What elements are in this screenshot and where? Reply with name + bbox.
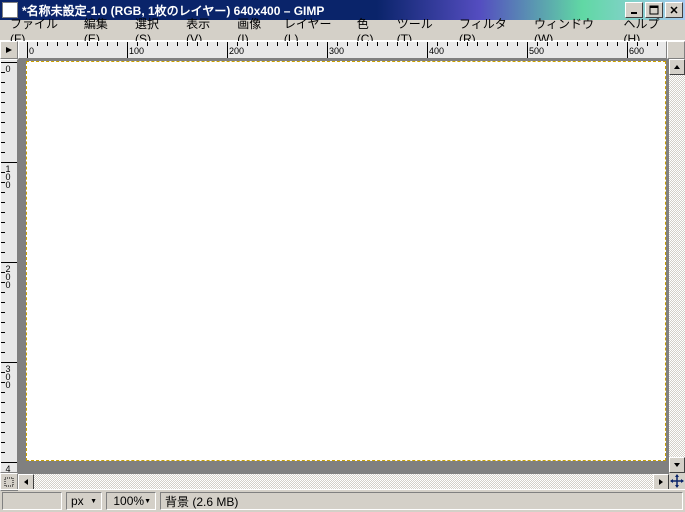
unit-select[interactable]: px ▼ (66, 492, 102, 510)
zoom-select[interactable]: 100% ▼ (106, 492, 156, 510)
quickmask-toggle[interactable] (0, 41, 18, 59)
ruler-horizontal[interactable]: 0100200300400500600 (18, 41, 667, 59)
main-window: *名称未設定-1.0 (RGB, 1枚のレイヤー) 640x400 – GIMP… (0, 0, 685, 512)
scroll-h-track[interactable] (34, 474, 653, 489)
unit-label: px (71, 494, 84, 508)
canvas[interactable] (26, 61, 666, 461)
ruler-vertical[interactable]: 0100200300400 (0, 59, 18, 473)
chevron-down-icon: ▼ (144, 498, 151, 505)
scroll-left-button[interactable] (18, 474, 34, 490)
work-row: 0100200300400 (0, 59, 685, 473)
zoom-label: 100% (113, 494, 144, 508)
scroll-down-button[interactable] (669, 457, 685, 473)
scrollbar-vertical[interactable] (668, 59, 685, 473)
canvas-viewport[interactable] (18, 59, 668, 473)
chevron-down-icon: ▼ (90, 498, 97, 505)
scroll-h-row (0, 473, 685, 489)
scroll-right-button[interactable] (653, 474, 669, 490)
statusbar: px ▼ 100% ▼ 背景 (2.6 MB) (0, 489, 685, 512)
scrollbar-horizontal[interactable] (18, 473, 669, 489)
scroll-v-track[interactable] (669, 75, 685, 457)
ruler-corner-tr (667, 41, 685, 59)
menubar: ファイル(F)編集(E)選択(S)表示(V)画像(I)レイヤー(L)色(C)ツー… (0, 20, 685, 41)
navigate-icon[interactable] (669, 473, 685, 489)
status-position (2, 492, 62, 510)
status-layer: 背景 (2.6 MB) (160, 492, 683, 510)
ruler-row-top: 0100200300400500600 (0, 41, 685, 59)
scroll-up-button[interactable] (669, 59, 685, 75)
